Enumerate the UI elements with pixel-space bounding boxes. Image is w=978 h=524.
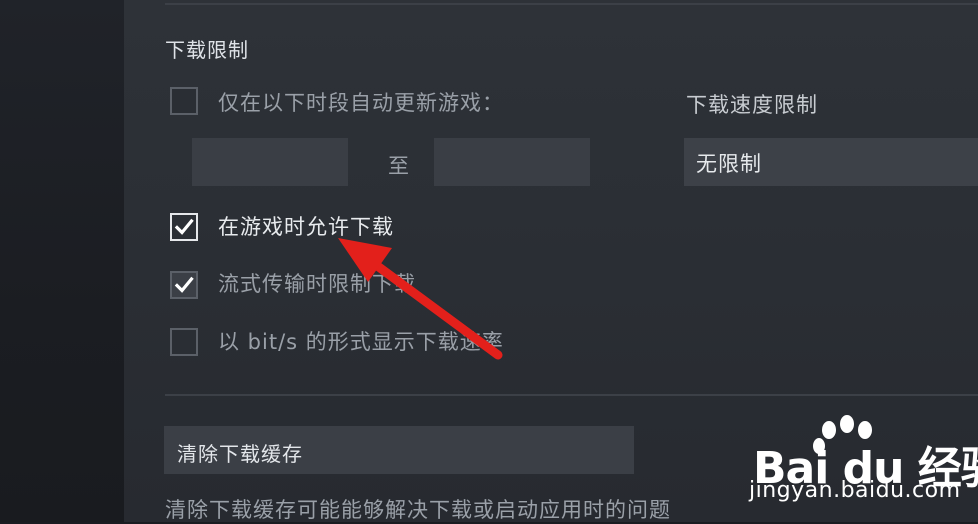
baidu-jingyan-watermark: Bai du 经验 jingyan.baidu.com bbox=[745, 412, 978, 517]
watermark-url: jingyan.baidu.com bbox=[749, 478, 961, 503]
